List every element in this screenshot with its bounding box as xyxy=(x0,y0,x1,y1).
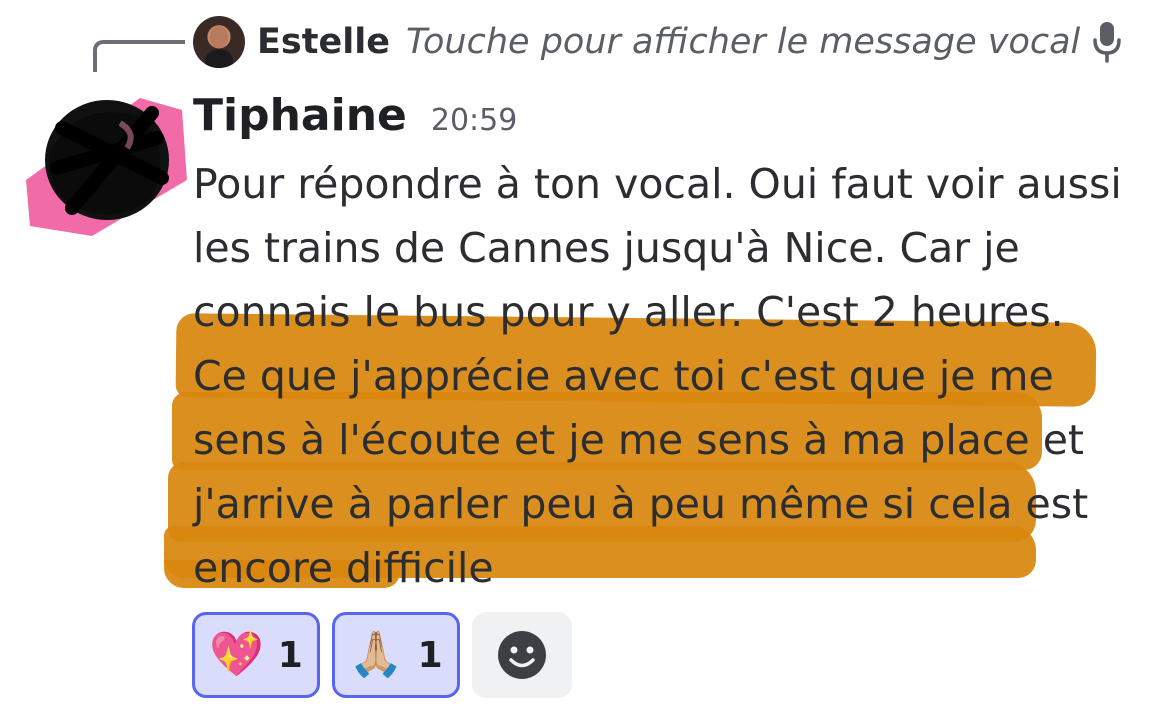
message-author-avatar[interactable] xyxy=(22,88,192,238)
message-author-name[interactable]: Tiphaine xyxy=(193,90,407,141)
folded-hands-icon: 🙏🏼 xyxy=(348,629,404,680)
reply-author-avatar xyxy=(193,16,245,68)
reply-author-name[interactable]: Estelle xyxy=(257,22,390,62)
message-header: Tiphaine 20:59 xyxy=(193,90,517,146)
reply-connector-line xyxy=(93,40,185,72)
reply-reference[interactable]: Estelle Touche pour afficher le message … xyxy=(193,15,1122,69)
reaction-count: 1 xyxy=(277,634,303,676)
message-text: Pour répondre à ton vocal. Oui faut voir… xyxy=(193,160,1122,592)
reaction-folded-hands[interactable]: 🙏🏼 1 xyxy=(331,612,460,698)
reply-preview-text[interactable]: Touche pour afficher le message vocal xyxy=(406,22,1080,62)
message-timestamp: 20:59 xyxy=(430,103,518,138)
reaction-bar: 💖 1 🙏🏼 1 xyxy=(192,612,572,698)
reaction-count: 1 xyxy=(417,634,443,676)
microphone-icon xyxy=(1092,20,1122,64)
reaction-sparkling-heart[interactable]: 💖 1 xyxy=(192,612,320,698)
sparkling-heart-icon: 💖 xyxy=(209,629,264,680)
smiley-icon xyxy=(497,631,546,679)
add-reaction-button[interactable] xyxy=(471,612,572,698)
